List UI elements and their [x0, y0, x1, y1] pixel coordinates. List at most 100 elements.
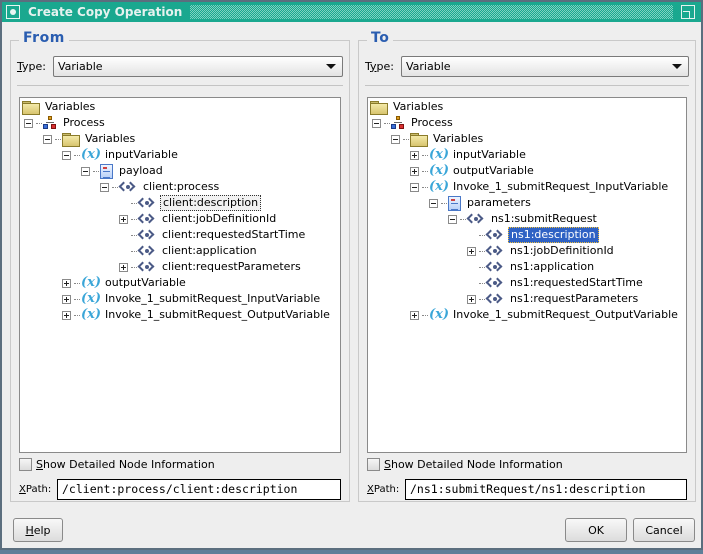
expand-icon[interactable] — [467, 246, 476, 256]
tree-connector — [384, 122, 390, 124]
tree-node-label: payload — [119, 164, 163, 177]
to-xpath-label: XPath: — [367, 483, 400, 495]
tree-node-label: inputVariable — [453, 148, 526, 161]
tree-node[interactable]: client:description — [119, 195, 262, 211]
expand-icon[interactable] — [119, 214, 128, 224]
element-icon — [137, 229, 156, 241]
tree-node[interactable]: client:application — [119, 243, 259, 259]
title-bar[interactable]: Create Copy Operation — [2, 2, 701, 22]
expand-icon[interactable] — [410, 150, 419, 160]
divider — [365, 85, 689, 86]
tree-node[interactable]: Process — [372, 115, 455, 131]
expand-icon[interactable] — [410, 310, 419, 320]
expand-icon[interactable] — [410, 166, 419, 176]
collapse-icon[interactable] — [372, 118, 381, 128]
from-type-select[interactable]: Variable — [53, 55, 343, 77]
tree-node[interactable]: ns1:requestParameters — [467, 291, 640, 307]
to-panel: To Type: Variable Variables Process Variab… — [358, 30, 696, 502]
tree-node[interactable]: (x) inputVariable — [410, 147, 528, 163]
to-show-detail-label: Show Detailed Node Information — [384, 458, 563, 471]
tree-node[interactable]: (x) Invoke_1_submitRequest_OutputVariable — [62, 307, 332, 323]
variable-icon: (x) — [429, 307, 450, 322]
collapse-icon[interactable] — [81, 166, 90, 176]
to-show-detail-row[interactable]: Show Detailed Node Information — [367, 458, 563, 471]
tree-connector — [74, 154, 80, 156]
tree-node[interactable]: client:requestParameters — [119, 259, 303, 275]
window-menu-button[interactable] — [6, 5, 20, 19]
collapse-icon[interactable] — [448, 214, 457, 224]
tree-node-label: client:process — [143, 180, 220, 193]
tree-node[interactable]: ns1:submitRequest — [448, 211, 599, 227]
tree-node[interactable]: (x) outputVariable — [62, 275, 188, 291]
collapse-icon[interactable] — [391, 134, 400, 144]
tree-node[interactable]: ns1:requestedStartTime — [467, 275, 645, 291]
tree-node[interactable]: (x) Invoke_1_submitRequest_InputVariable — [62, 291, 322, 307]
collapse-icon[interactable] — [100, 182, 109, 192]
tree-node-label: Variables — [85, 132, 136, 145]
variable-icon: (x) — [81, 291, 102, 306]
to-show-detail-checkbox[interactable] — [367, 458, 380, 471]
tree-node-label: ns1:application — [510, 260, 595, 273]
tree-node[interactable]: client:jobDefinitionId — [119, 211, 278, 227]
element-icon — [137, 213, 156, 225]
tree-connector — [441, 202, 447, 204]
tree-node-label: Invoke_1_submitRequest_InputVariable — [453, 180, 669, 193]
tree-node[interactable]: ns1:application — [467, 259, 596, 275]
from-show-detail-checkbox[interactable] — [19, 458, 32, 471]
cancel-button[interactable]: Cancel — [633, 518, 695, 542]
tree-connector — [55, 138, 61, 140]
tree-node-label: Invoke_1_submitRequest_OutputVariable — [453, 308, 678, 321]
expand-icon[interactable] — [467, 294, 476, 304]
tree-node[interactable]: Variables — [391, 131, 485, 147]
tree-node-label: client:requestParameters — [162, 260, 301, 273]
from-variable-tree[interactable]: Variables Process Variables (x) inputVariabl… — [19, 97, 341, 453]
variable-icon: (x) — [81, 275, 102, 290]
tree-node[interactable]: parameters — [429, 195, 533, 211]
tree-node[interactable]: payload — [81, 163, 165, 179]
from-show-detail-row[interactable]: Show Detailed Node Information — [19, 458, 215, 471]
window-menu-icon — [10, 9, 16, 15]
ok-button[interactable]: OK — [565, 518, 627, 542]
tree-node[interactable]: (x) outputVariable — [410, 163, 536, 179]
maximize-button[interactable] — [681, 5, 695, 19]
to-xpath-input[interactable]: /ns1:submitRequest/ns1:description — [405, 478, 687, 500]
collapse-icon[interactable] — [429, 198, 438, 208]
tree-node[interactable]: Variables — [370, 99, 445, 115]
tree-connector — [467, 279, 476, 288]
from-type-value: Variable — [58, 59, 103, 73]
tree-node[interactable]: Process — [24, 115, 107, 131]
collapse-icon[interactable] — [62, 150, 71, 160]
tree-node[interactable]: ns1:jobDefinitionId — [467, 243, 616, 259]
tree-connector — [131, 266, 137, 268]
element-icon — [485, 293, 504, 305]
help-button[interactable]: Help — [13, 518, 63, 542]
to-type-select[interactable]: Variable — [401, 55, 689, 77]
from-xpath-row: XPath: /client:process/client:descriptio… — [19, 478, 341, 500]
element-icon — [137, 245, 156, 257]
expand-icon[interactable] — [119, 262, 128, 272]
expand-icon[interactable] — [62, 278, 71, 288]
tree-node[interactable]: Variables — [22, 99, 97, 115]
to-variable-tree[interactable]: Variables Process Variables (x) inputVariabl… — [367, 97, 687, 453]
tree-node[interactable]: (x) Invoke_1_submitRequest_InputVariable — [410, 179, 670, 195]
collapse-icon[interactable] — [24, 118, 33, 128]
collapse-icon[interactable] — [43, 134, 52, 144]
collapse-icon[interactable] — [410, 182, 419, 192]
tree-connector — [479, 234, 485, 236]
tree-node-label: client:jobDefinitionId — [162, 212, 277, 225]
tree-node[interactable]: (x) inputVariable — [62, 147, 180, 163]
expand-icon[interactable] — [62, 310, 71, 320]
expand-icon[interactable] — [62, 294, 71, 304]
tree-node[interactable]: ns1:description — [467, 227, 599, 243]
from-show-detail-label: Show Detailed Node Information — [36, 458, 215, 471]
tree-node-label: Invoke_1_submitRequest_InputVariable — [105, 292, 321, 305]
tree-node[interactable]: Variables — [43, 131, 137, 147]
from-xpath-input[interactable]: /client:process/client:description — [57, 478, 341, 500]
tree-node[interactable]: client:requestedStartTime — [119, 227, 307, 243]
tree-node[interactable]: client:process — [100, 179, 221, 195]
tree-connector — [479, 282, 485, 284]
message-part-icon — [100, 163, 113, 179]
tree-node[interactable]: (x) Invoke_1_submitRequest_OutputVariable — [410, 307, 680, 323]
to-legend: To — [367, 30, 394, 46]
chevron-down-icon — [326, 63, 336, 69]
